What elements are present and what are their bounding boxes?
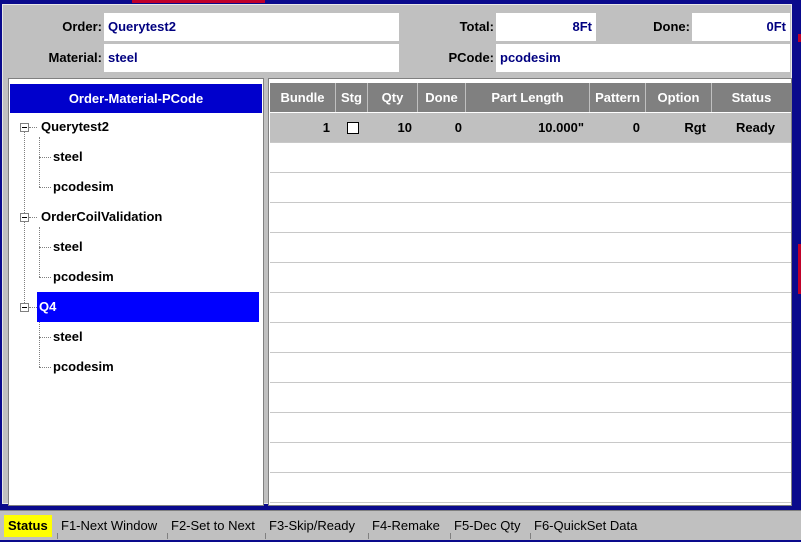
material-value: steel (104, 44, 399, 72)
bundle-grid[interactable]: Bundle Stg Qty Done Part Length Pattern … (268, 78, 792, 506)
f2-set-to-next-key[interactable]: F2-Set to Next (171, 515, 255, 537)
tree-connector (39, 367, 51, 368)
f4-remake-key[interactable]: F4-Remake (372, 515, 440, 537)
collapse-icon[interactable] (20, 213, 29, 222)
f1-next-window-key[interactable]: F1-Next Window (61, 515, 157, 537)
order-value: Querytest2 (104, 13, 399, 41)
main-window: Order: Querytest2 Material: steel Total:… (2, 4, 792, 506)
column-header-bundle[interactable]: Bundle (270, 83, 336, 112)
f3-skip-ready-key[interactable]: F3-Skip/Ready (269, 515, 355, 537)
table-row-empty[interactable] (270, 263, 791, 293)
column-header-pattern[interactable]: Pattern (590, 83, 646, 112)
tree-connector (39, 337, 51, 338)
table-row-empty[interactable] (270, 473, 791, 503)
tree-node-material[interactable]: steel (53, 142, 83, 172)
order-tree[interactable]: Order-Material-PCode Querytest2 steel pc… (8, 78, 264, 506)
status-divider (368, 533, 369, 539)
cell-qty: 10 (397, 120, 412, 135)
status-divider (57, 533, 58, 539)
tree-connector (29, 127, 37, 128)
tree-header: Order-Material-PCode (10, 84, 262, 113)
total-label: Total: (459, 19, 494, 34)
tree-connector (39, 277, 51, 278)
tree-node-pcode[interactable]: pcodesim (53, 352, 114, 382)
tree-node-pcode[interactable]: pcodesim (53, 262, 114, 292)
tree-connector (29, 217, 37, 218)
table-row-empty[interactable] (270, 293, 791, 323)
tree-node-order[interactable]: OrderCoilValidation (39, 202, 164, 232)
status-indicator: Status (4, 515, 52, 537)
tree-connector (39, 187, 51, 188)
tree-node-pcode[interactable]: pcodesim (53, 172, 114, 202)
pcode-value: pcodesim (496, 44, 790, 72)
collapse-icon[interactable] (20, 123, 29, 132)
table-row-empty[interactable] (270, 353, 791, 383)
cell-pattern: 0 (632, 120, 640, 135)
table-row-empty[interactable] (270, 203, 791, 233)
column-header-status[interactable]: Status (712, 83, 791, 112)
material-label: Material: (48, 50, 102, 65)
status-divider (530, 533, 531, 539)
table-row[interactable]: 1 10 0 10.000" 0 Rgt Ready (270, 113, 791, 143)
f6-quickset-data-key[interactable]: F6-QuickSet Data (534, 515, 637, 537)
done-value: 0Ft (692, 13, 790, 41)
tree-connector (39, 247, 51, 248)
status-bar: Status F1-Next Window F2-Set to Next F3-… (0, 510, 801, 540)
cell-done: 0 (454, 120, 462, 135)
cell-part-length: 10.000" (538, 120, 584, 135)
window-right-border (792, 4, 801, 504)
table-row-empty[interactable] (270, 233, 791, 263)
status-divider (450, 533, 451, 539)
pcode-label: PCode: (448, 50, 495, 65)
tree-connector (39, 227, 40, 277)
grid-header-row: Bundle Stg Qty Done Part Length Pattern … (270, 83, 791, 112)
cell-status: Ready (735, 120, 775, 135)
column-header-stg[interactable]: Stg (336, 83, 368, 112)
column-header-option[interactable]: Option (646, 83, 712, 112)
status-divider (265, 533, 266, 539)
table-row-empty[interactable] (270, 173, 791, 203)
f5-dec-qty-key[interactable]: F5-Dec Qty (454, 515, 520, 537)
table-row-empty[interactable] (270, 323, 791, 353)
tree-connector (39, 137, 40, 187)
table-row-empty[interactable] (270, 443, 791, 473)
done-label: Done: (653, 19, 690, 34)
cell-bundle: 1 (322, 120, 330, 135)
order-label: Order: (62, 19, 102, 34)
stg-checkbox[interactable] (347, 122, 359, 134)
table-row-empty[interactable] (270, 383, 791, 413)
table-row-empty[interactable] (270, 143, 791, 173)
column-header-part-length[interactable]: Part Length (466, 83, 590, 112)
table-row-empty[interactable] (270, 413, 791, 443)
tree-connector (39, 157, 51, 158)
column-header-done[interactable]: Done (418, 83, 466, 112)
column-header-qty[interactable]: Qty (368, 83, 418, 112)
total-value: 8Ft (496, 13, 596, 41)
tree-node-order-selected[interactable]: Q4 (37, 292, 259, 322)
tree-node-order[interactable]: Querytest2 (39, 112, 111, 142)
tree-node-material[interactable]: steel (53, 322, 83, 352)
cell-option: Rgt (684, 120, 706, 135)
tree-connector (29, 307, 37, 308)
tree-connector (39, 317, 40, 367)
tree-node-material[interactable]: steel (53, 232, 83, 262)
collapse-icon[interactable] (20, 303, 29, 312)
status-divider (167, 533, 168, 539)
